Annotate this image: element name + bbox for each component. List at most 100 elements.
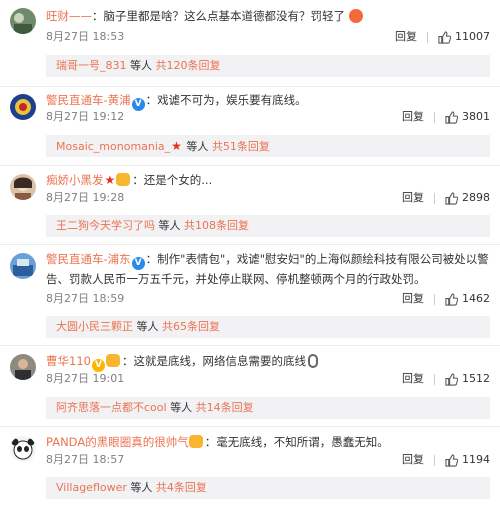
reply-button[interactable]: 回复 [402,290,424,308]
thumbs-up-icon [445,191,458,205]
avatar[interactable] [10,253,36,279]
thumbs-up-icon [438,30,451,44]
sub-reply-user[interactable]: 大圆小民三颗正 [56,320,133,333]
sub-reply-box[interactable]: 瑞哥一号_831 等人 共120条回复 [46,55,490,77]
sub-reply-box[interactable]: Mosaic_monomania_★ 等人 共51条回复 [46,135,490,157]
reply-button[interactable]: 回复 [402,451,424,469]
separator [0,165,500,166]
like-count: 2898 [462,191,490,204]
thumbs-up-icon [445,110,458,124]
comment-username[interactable]: PANDA的黑眼圈真的很帅气 [46,435,189,449]
comment-body: 旺财——：脑子里都是啥？这么点基本道德都没有？罚轻了 [46,6,490,26]
avatar[interactable] [10,354,36,380]
avatar[interactable] [10,436,36,462]
reply-button[interactable]: 回复 [402,370,424,388]
level-badge-icon [116,173,131,186]
level-badge-icon [105,354,120,367]
reply-button[interactable]: 回复 [402,189,424,207]
sub-reply-box[interactable]: 阿齐思落一点都不cool 等人 共14条回复 [46,397,490,419]
view-replies-link[interactable]: 共4条回复 [156,481,207,494]
separator [0,426,500,427]
sub-reply-box[interactable]: 王二狗今天学习了吗 等人 共108条回复 [46,215,490,237]
comment-body: 曹华110 V ：这就是底线，网络信息需要的底线 [46,351,490,372]
view-replies-link[interactable]: 共108条回复 [184,219,249,232]
comment-text: ：毫无底线，不知所谓，愚蠢无知。 [204,435,389,449]
thumbs-up-icon [445,453,458,467]
sub-reply-box[interactable]: 大圆小民三颗正 等人 共65条回复 [46,316,490,338]
comment-time: 8月27日 18:57 [46,453,125,466]
comment-username[interactable]: 警民直通车-浦东 [46,252,131,266]
sub-reply-user[interactable]: 瑞哥一号_831 [56,59,127,72]
sub-reply-user[interactable]: 王二狗今天学习了吗 [56,219,155,232]
like-count: 1512 [462,372,490,385]
comment-body: PANDA的黑眼圈真的很帅气 ：毫无底线，不知所谓，愚蠢无知。 [46,432,490,452]
sub-reply-user[interactable]: 阿齐思落一点都不cool [56,401,167,414]
level-badge-icon [188,435,203,448]
comment-text: ：还是个女的... [132,173,213,187]
sub-reply-mid: 等人 [126,59,156,72]
divider [427,31,428,43]
like-count: 3801 [462,110,490,123]
verified-v-icon: V [131,257,145,270]
comment-time: 8月27日 19:01 [46,372,125,385]
like-count: 1194 [462,453,490,466]
comment-meta: 8月27日 19:01 回复 1512 [46,370,490,388]
divider [434,373,435,385]
view-replies-link[interactable]: 共120条回复 [156,59,221,72]
like-button[interactable]: 1512 [445,370,490,388]
sub-reply-mid: 等人 [133,320,162,333]
reply-button[interactable]: 回复 [402,108,424,126]
view-replies-link[interactable]: 共51条回复 [212,140,270,153]
comment-time: 8月27日 19:28 [46,191,125,204]
avatar[interactable] [10,94,36,120]
like-button[interactable]: 1462 [445,290,490,308]
comment-username[interactable]: 痴娇小黑发 [46,173,104,187]
avatar[interactable] [10,8,36,34]
angry-face-icon [348,9,363,23]
comment-meta: 8月27日 18:57 回复 1194 [46,451,490,469]
microphone-icon [307,354,318,368]
comment-username[interactable]: 警民直通车-黄浦 [46,93,131,107]
sub-reply-mid: 等人 [155,219,184,232]
comment-meta: 8月27日 18:53 回复 11007 [46,28,490,46]
comment-text: ：戏谑不可为，娱乐要有底线。 [145,93,307,107]
comment-meta: 8月27日 19:12 回复 3801 [46,108,490,126]
like-button[interactable]: 1194 [445,451,490,469]
like-count: 1462 [462,292,490,305]
like-button[interactable]: 3801 [445,108,490,126]
comment-username[interactable]: 旺财—— [46,9,92,23]
like-count: 11007 [455,30,490,43]
divider [434,454,435,466]
thumbs-up-icon [445,292,458,306]
separator [0,86,500,87]
separator [0,345,500,346]
thumbs-up-icon [445,372,458,386]
sub-reply-user[interactable]: Mosaic_monomania_ [56,140,170,153]
comment-body: 痴娇小黑发★ ：还是个女的... [46,170,490,190]
divider [434,293,435,305]
like-button[interactable]: 11007 [438,28,490,46]
view-replies-link[interactable]: 共14条回复 [196,401,254,414]
star-icon: ★ [104,173,116,187]
star-icon: ★ [171,139,182,153]
comment-time: 8月27日 19:12 [46,110,125,123]
sub-reply-mid: 等人 [166,401,196,414]
like-button[interactable]: 2898 [445,189,490,207]
reply-button[interactable]: 回复 [395,28,417,46]
divider [434,111,435,123]
comment-username[interactable]: 曹华110 [46,354,91,368]
avatar[interactable] [10,174,36,200]
comment-meta: 8月27日 19:28 回复 2898 [46,189,490,207]
sub-reply-mid: 等人 [182,140,212,153]
divider [434,192,435,204]
comment-text: ：这就是底线，网络信息需要的底线 [121,354,306,368]
sub-reply-user[interactable]: Villageflower [56,481,127,494]
sub-reply-box[interactable]: Villageflower 等人 共4条回复 [46,477,490,499]
separator [0,244,500,245]
view-replies-link[interactable]: 共65条回复 [162,320,220,333]
comment-text: ：脑子里都是啥？这么点基本道德都没有？罚轻了 [92,9,345,23]
comment-body: 警民直通车-浦东 V ：制作"表情包"，戏谑"慰安妇"的上海似颜绘科技有限公司被处以… [46,250,490,289]
comment-meta: 8月27日 18:59 回复 1462 [46,290,490,308]
comment-time: 8月27日 18:59 [46,292,125,305]
sub-reply-mid: 等人 [126,481,156,494]
